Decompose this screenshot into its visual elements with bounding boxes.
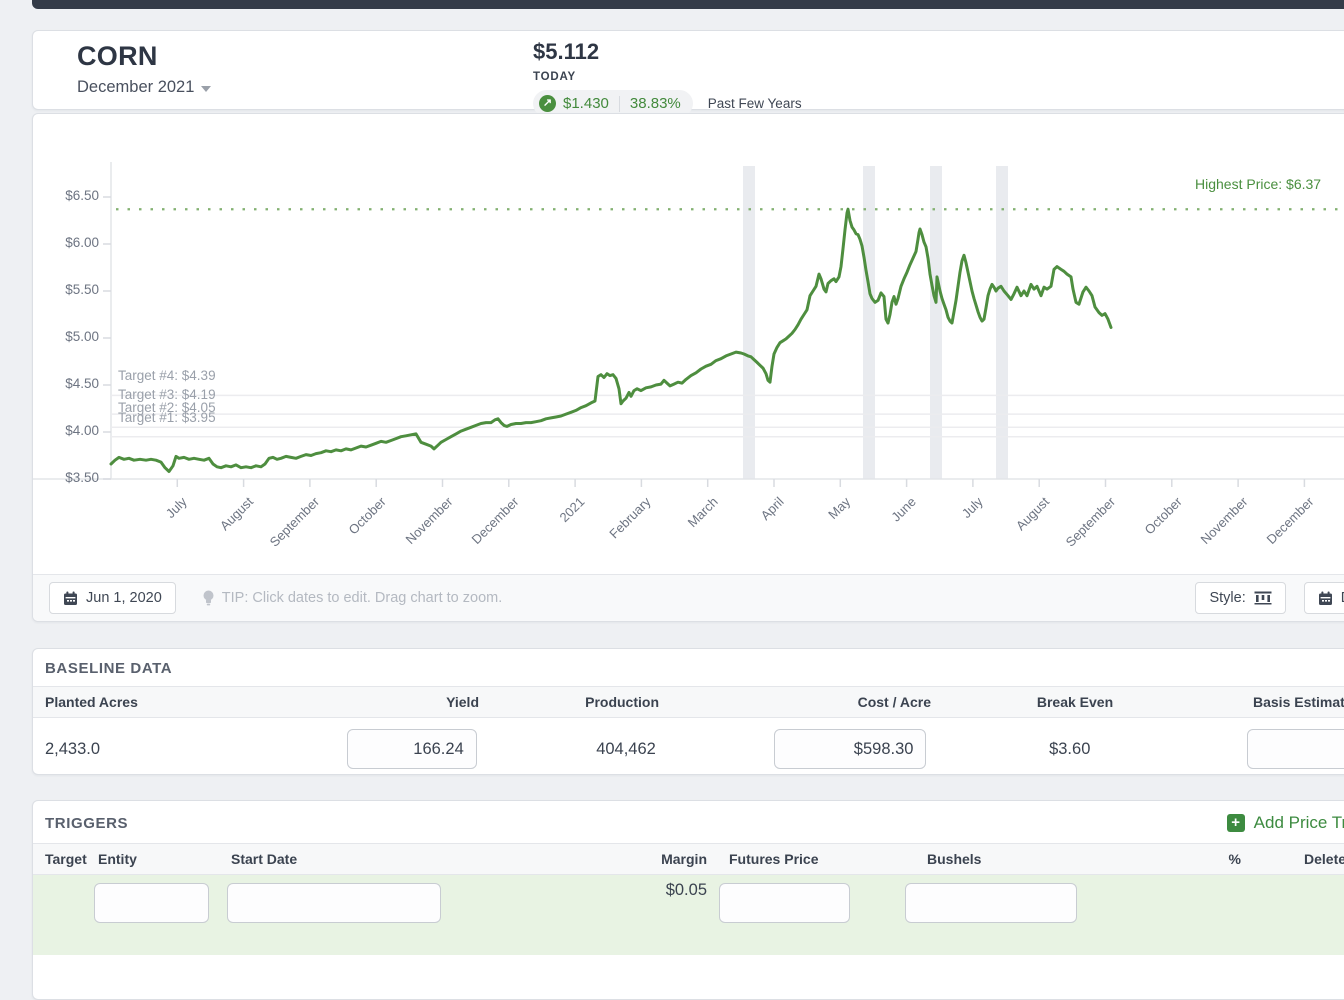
- cost-per-acre-input[interactable]: [774, 729, 926, 769]
- calendar-icon: [1318, 591, 1333, 606]
- plus-icon: +: [1227, 814, 1245, 832]
- change-value: $1.430: [563, 95, 609, 112]
- break-even-value: $3.60: [930, 740, 1209, 759]
- trigger-margin-value: $0.05: [666, 881, 707, 900]
- baseline-title: BASELINE DATA: [33, 649, 1344, 686]
- trigger-row: $0.05: [33, 875, 1344, 955]
- add-price-trigger-button[interactable]: + Add Price Trigger: [1227, 813, 1344, 833]
- change-percent: 38.83%: [630, 95, 681, 112]
- y-axis-label: $4.00: [33, 423, 99, 438]
- current-price: $5.112: [533, 39, 802, 65]
- trigger-futures-price-input[interactable]: [719, 883, 850, 923]
- start-date-label: Jun 1, 2020: [86, 590, 162, 606]
- col-yield: Yield: [333, 694, 483, 710]
- baseline-header-row: Planted Acres Yield Production Cost / Ac…: [33, 686, 1344, 718]
- chart-tip-text: TIP: Click dates to edit. Drag chart to …: [222, 590, 502, 606]
- add-price-trigger-label: Add Price Trigger: [1254, 813, 1344, 833]
- trigger-start-date-input[interactable]: [227, 883, 441, 923]
- yield-input[interactable]: [347, 729, 477, 769]
- calendar-icon: [63, 591, 78, 606]
- price-label: TODAY: [533, 71, 802, 83]
- chart-tip: TIP: Click dates to edit. Drag chart to …: [202, 590, 502, 606]
- col-percent: %: [1083, 851, 1253, 867]
- highest-price-label: Highest Price: $6.37: [1195, 176, 1321, 192]
- style-label: Style:: [1209, 590, 1245, 606]
- y-axis-label: $5.50: [33, 282, 99, 297]
- col-bushels: Bushels: [903, 851, 1083, 867]
- col-target: Target: [33, 851, 94, 867]
- price-chart[interactable]: Highest Price: $6.37 $6.50 $6.00 $5.50 $5.0…: [33, 114, 1344, 574]
- commodity-title: CORN: [77, 41, 211, 71]
- trending-up-icon: ↗: [539, 95, 556, 112]
- range-label: Past Few Years: [708, 96, 802, 111]
- y-axis-label: $6.50: [33, 188, 99, 203]
- col-delete: Delete: [1253, 851, 1344, 867]
- triggers-header-row: Target Entity Start Date Margin Futures …: [33, 843, 1344, 875]
- col-margin: Margin: [487, 851, 719, 867]
- price-block: $5.112 TODAY ↗ $1.430 38.83% Past Few Ye…: [533, 39, 802, 117]
- price-chart-card: Highest Price: $6.37 $6.50 $6.00 $5.50 $5.0…: [32, 113, 1344, 622]
- col-start-date: Start Date: [227, 851, 487, 867]
- col-break-even: Break Even: [935, 694, 1215, 710]
- col-futures-price: Futures Price: [719, 851, 903, 867]
- baseline-data-card: BASELINE DATA Planted Acres Yield Produc…: [32, 648, 1344, 775]
- chart-style-button[interactable]: Style:: [1195, 582, 1285, 614]
- target-price-label: Target #4: $4.39: [118, 368, 216, 383]
- col-cost-per-acre: Cost / Acre: [663, 694, 935, 710]
- start-date-button[interactable]: Jun 1, 2020: [49, 582, 176, 614]
- y-axis-label: $4.50: [33, 376, 99, 391]
- basis-estimate-input[interactable]: [1247, 729, 1344, 769]
- baseline-values-row: 2,433.0 404,462 $3.60: [33, 718, 1344, 780]
- chart-style-icon: [1254, 591, 1272, 605]
- divider: [619, 96, 620, 112]
- end-date-button[interactable]: Dec 30, 2021: [1304, 582, 1344, 614]
- y-axis-label: $3.50: [33, 470, 99, 485]
- lightbulb-icon: [202, 590, 215, 606]
- target-price-label: Target #1: $3.95: [118, 410, 216, 425]
- top-nav-strip: [32, 0, 1344, 9]
- col-basis-estimate: Basis Estimate: [1215, 694, 1344, 710]
- chevron-down-icon: [201, 86, 211, 92]
- col-planted-acres: Planted Acres: [33, 694, 333, 710]
- col-entity: Entity: [94, 851, 227, 867]
- commodity-block: CORN December 2021: [77, 41, 211, 97]
- triggers-title: TRIGGERS: [45, 815, 128, 832]
- y-axis-label: $5.00: [33, 329, 99, 344]
- col-production: Production: [483, 694, 663, 710]
- triggers-card: TRIGGERS + Add Price Trigger Target Enti…: [32, 800, 1344, 1000]
- commodity-header-card: CORN December 2021 $5.112 TODAY ↗ $1.430…: [32, 30, 1344, 110]
- trigger-bushels-input[interactable]: [905, 883, 1077, 923]
- chart-controls-bar: Jun 1, 2020 TIP: Click dates to edit. Dr…: [33, 574, 1344, 621]
- price-chart-svg[interactable]: [33, 114, 1344, 576]
- production-value: 404,462: [481, 740, 660, 759]
- trigger-entity-input[interactable]: [94, 883, 209, 923]
- y-axis-label: $6.00: [33, 235, 99, 250]
- planted-acres-value: 2,433.0: [33, 740, 332, 759]
- contract-dropdown[interactable]: December 2021: [77, 78, 211, 97]
- contract-label: December 2021: [77, 78, 194, 97]
